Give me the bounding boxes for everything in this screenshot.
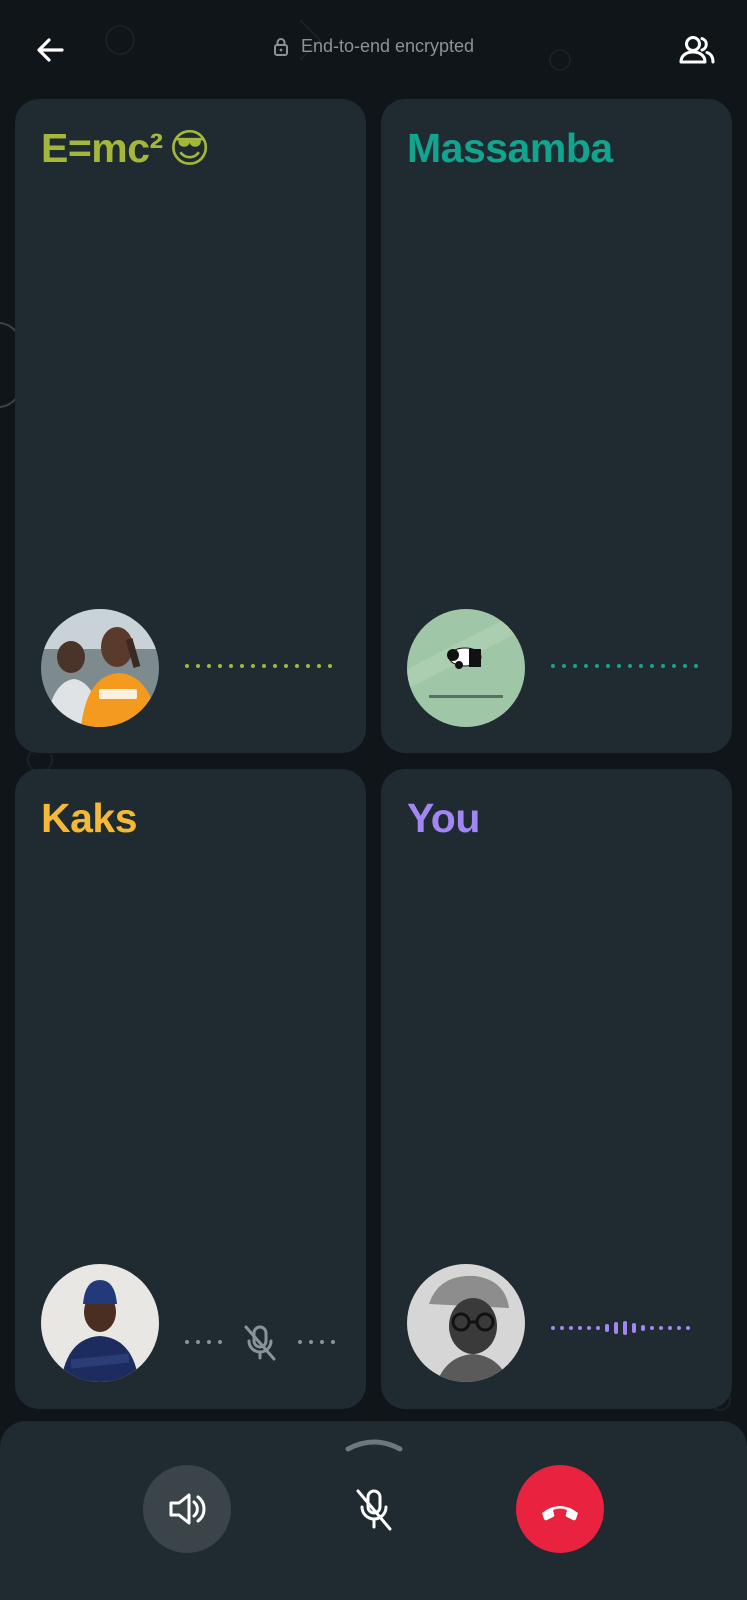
mic-off-icon bbox=[244, 1325, 276, 1361]
participants-button[interactable] bbox=[675, 30, 719, 70]
participant-tile-emc2[interactable]: E=mc² 😎 bbox=[15, 99, 366, 753]
avatar bbox=[407, 1264, 525, 1382]
participant-name: You bbox=[407, 795, 480, 841]
participant-tile-massamba[interactable]: Massamba bbox=[381, 99, 732, 753]
participant-name: Kaks bbox=[41, 795, 138, 841]
call-header: End-to-end encrypted bbox=[0, 0, 747, 96]
participants-icon bbox=[679, 36, 715, 64]
participant-tile-you[interactable]: You bbox=[381, 769, 732, 1409]
mic-off-icon bbox=[356, 1489, 392, 1531]
audio-wave bbox=[551, 1321, 690, 1335]
mute-button[interactable] bbox=[330, 1465, 418, 1553]
avatar bbox=[407, 609, 525, 727]
encryption-notice: End-to-end encrypted bbox=[0, 36, 747, 57]
speaker-icon bbox=[169, 1493, 206, 1525]
sunglasses-emoji: 😎 bbox=[168, 126, 211, 171]
audio-wave bbox=[185, 664, 332, 668]
call-controls bbox=[0, 1421, 747, 1600]
participant-name: Massamba bbox=[407, 125, 613, 171]
chevron-up-icon[interactable] bbox=[344, 1433, 404, 1455]
lock-icon bbox=[273, 37, 288, 56]
participant-tile-kaks[interactable]: Kaks bbox=[15, 769, 366, 1409]
end-call-icon bbox=[542, 1506, 578, 1521]
speaker-button[interactable] bbox=[143, 1465, 231, 1553]
avatar bbox=[41, 1264, 159, 1382]
avatar bbox=[41, 609, 159, 727]
end-call-button[interactable] bbox=[516, 1465, 604, 1553]
participant-name: E=mc² 😎 bbox=[41, 125, 211, 171]
encryption-text: End-to-end encrypted bbox=[300, 36, 475, 56]
audio-wave bbox=[185, 1321, 335, 1363]
audio-wave bbox=[551, 664, 698, 668]
